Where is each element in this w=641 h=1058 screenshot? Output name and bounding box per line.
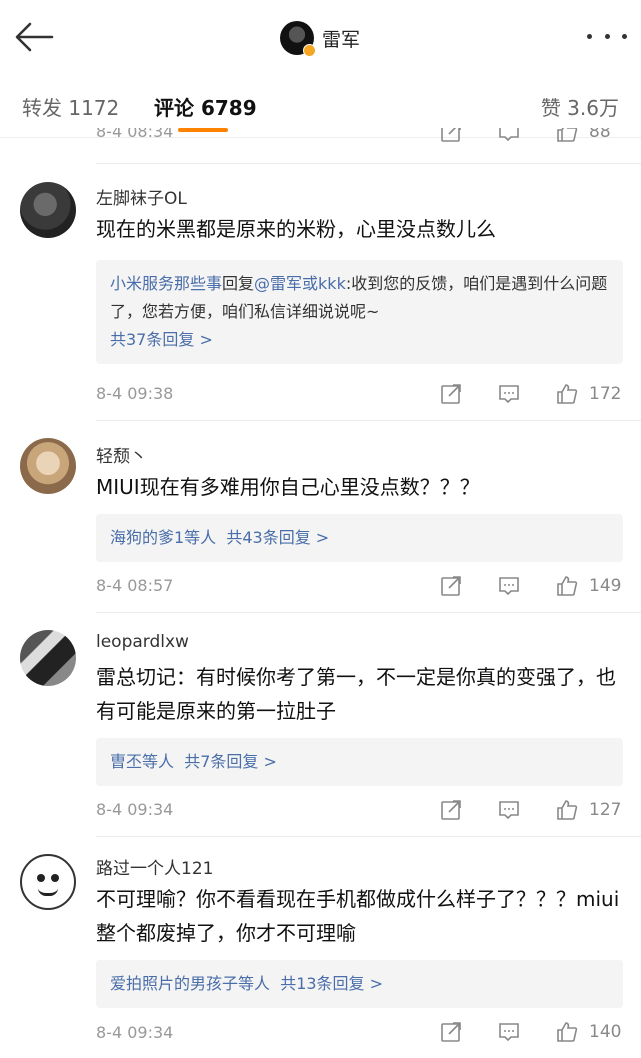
repost-icon[interactable]: [439, 128, 463, 144]
like-count: 149: [589, 576, 622, 596]
comment-icon[interactable]: [497, 382, 521, 406]
comment-time: 8-4 09:34: [96, 1023, 174, 1042]
comment-time: 8-4 08:34: [96, 128, 174, 141]
top-bar: 雷军: [0, 0, 641, 72]
comment-icon[interactable]: [497, 1020, 521, 1044]
reply-preview[interactable]: 爱拍照片的男孩子等人 共13条回复 >: [96, 960, 623, 1008]
comment-username[interactable]: 轻颓丶: [96, 442, 147, 467]
like-thumb-icon[interactable]: [555, 798, 579, 822]
like-thumb-icon[interactable]: [555, 382, 579, 406]
reply-author-link[interactable]: 小米服务那些事: [110, 274, 222, 293]
comment-icon[interactable]: [497, 128, 521, 144]
comment-time: 8-4 09:38: [96, 384, 174, 403]
comment-text: 不可理喻？你不看看现在手机都做成什么样子了？？？miui整个都废掉了，你才不可理…: [96, 887, 620, 945]
author-header[interactable]: 雷军: [280, 20, 360, 57]
reply-preview[interactable]: 海狗的爹1等人 共43条回复 >: [96, 514, 623, 562]
comment-time: 8-4 08:57: [96, 576, 174, 595]
repost-icon[interactable]: [439, 382, 463, 406]
more-replies-link[interactable]: 共37条回复 >: [110, 330, 213, 349]
reply-users-link[interactable]: 爱拍照片的男孩子等人: [110, 974, 270, 993]
comment-actions: 88: [439, 128, 625, 144]
tab-repost[interactable]: 转发 1172: [22, 92, 119, 121]
reply-preview[interactable]: 小米服务那些事回复@雷军或kkk:收到您的反馈，咱们是遇到什么问题了，您若方便，…: [96, 260, 623, 364]
comment-username[interactable]: leopardlxw: [96, 632, 189, 652]
divider: [96, 612, 641, 613]
comment-text: 雷总切记：有时候你考了第一，不一定是你真的变强了，也有可能是原来的第一拉肚子: [96, 665, 616, 723]
like-thumb-icon[interactable]: [555, 1020, 579, 1044]
like-count: 88: [589, 128, 611, 142]
like-thumb-icon[interactable]: [555, 128, 579, 144]
reply-preview[interactable]: 曺丕等人 共7条回复 >: [96, 738, 623, 786]
more-replies-link[interactable]: 共7条回复 >: [184, 752, 277, 771]
divider: [96, 420, 641, 421]
author-name[interactable]: 雷军: [322, 25, 360, 52]
repost-icon[interactable]: [439, 1020, 463, 1044]
comment-actions: 140: [439, 1020, 625, 1044]
previous-comment-meta: 8-4 08:34 88: [0, 128, 641, 150]
reply-mention-link[interactable]: @雷军或kkk: [254, 274, 346, 293]
user-avatar[interactable]: [20, 630, 76, 686]
reply-users-link[interactable]: 曺丕等人: [110, 752, 174, 771]
tab-comments[interactable]: 评论 6789: [154, 92, 257, 121]
comment-actions: 172: [439, 382, 625, 406]
repost-icon[interactable]: [439, 574, 463, 598]
reply-verb: 回复: [222, 274, 255, 293]
like-thumb-icon[interactable]: [555, 574, 579, 598]
comment-username[interactable]: 左脚袜子OL: [96, 184, 187, 209]
user-avatar[interactable]: [20, 854, 76, 910]
like-count: 140: [589, 1022, 622, 1042]
like-count: 172: [589, 384, 622, 404]
divider: [96, 163, 641, 164]
reply-users-link[interactable]: 海狗的爹1等人: [110, 528, 216, 547]
comment-time: 8-4 09:34: [96, 800, 174, 819]
tab-likes[interactable]: 赞 3.6万: [541, 92, 619, 121]
repost-icon[interactable]: [439, 798, 463, 822]
comment-text: MIUI现在有多难用你自己心里没点数？？？: [96, 475, 480, 499]
comment-actions: 149: [439, 574, 625, 598]
user-avatar[interactable]: [20, 182, 76, 238]
comment-username[interactable]: 路过一个人121: [96, 854, 213, 879]
more-replies-link[interactable]: 共43条回复 >: [226, 528, 329, 547]
user-avatar[interactable]: [20, 438, 76, 494]
divider: [96, 836, 641, 837]
comment-actions: 127: [439, 798, 625, 822]
author-avatar[interactable]: [280, 21, 316, 57]
comment-text: 现在的米黑都是原来的米粉，心里没点数儿么: [96, 217, 496, 241]
more-replies-link[interactable]: 共13条回复 >: [280, 974, 383, 993]
back-arrow-icon[interactable]: [14, 20, 54, 54]
comment-icon[interactable]: [497, 798, 521, 822]
comment-icon[interactable]: [497, 574, 521, 598]
verified-badge-icon: [303, 44, 316, 57]
like-count: 127: [589, 800, 622, 820]
more-dots-icon[interactable]: [587, 26, 627, 46]
